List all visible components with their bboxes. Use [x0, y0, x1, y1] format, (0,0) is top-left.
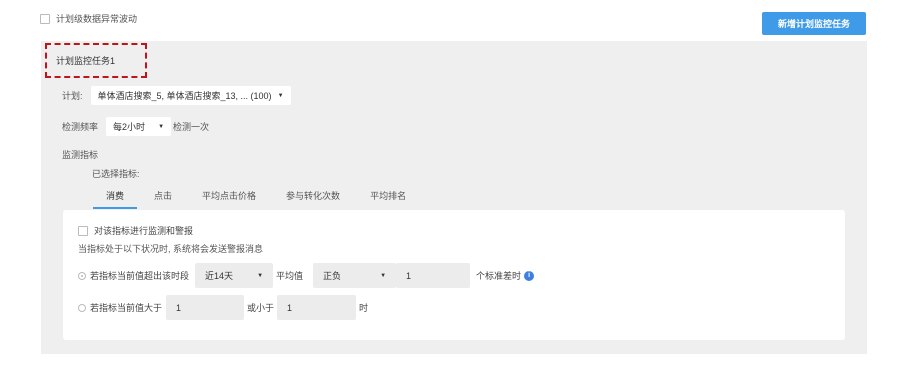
metric-settings-card: 对该指标进行监测和警报 当指标处于以下状况时, 系统将会发送警报消息 若指标当前…: [63, 210, 845, 340]
caret-down-icon: ▼: [158, 123, 165, 130]
frequency-label: 检测频率: [62, 122, 99, 132]
caret-down-icon: ▼: [277, 92, 284, 99]
period-select[interactable]: 近14天 ▼: [195, 263, 274, 288]
rule-range-radio[interactable]: [78, 303, 86, 312]
frequency-row: 检测频率 每2小时 ▼ 检测一次: [62, 117, 209, 136]
greater-than-input[interactable]: 1: [166, 295, 245, 320]
tab-clicks[interactable]: 点击: [141, 189, 185, 209]
anomaly-checkbox-label: 计划级数据异常波动: [56, 14, 138, 24]
plan-select[interactable]: 单体酒店搜索_5, 单体酒店搜索_13, ... (100) ▼: [90, 86, 291, 105]
plan-select-value: 单体酒店搜索_5, 单体酒店搜索_13, ... (100): [97, 91, 272, 101]
monitor-checkbox-row[interactable]: 对该指标进行监测和警报: [78, 224, 193, 237]
caret-down-icon: ▼: [257, 272, 264, 279]
less-than-input[interactable]: 1: [277, 295, 357, 320]
tab-conversions[interactable]: 参与转化次数: [273, 189, 353, 209]
monitor-task-panel: 计划监控任务1 计划: 单体酒店搜索_5, 单体酒店搜索_13, ... (10…: [41, 41, 867, 354]
direction-select[interactable]: 正负 ▼: [313, 263, 397, 288]
avg-label: 平均值: [276, 271, 304, 281]
rule-range-suffix: 时: [359, 303, 369, 313]
tab-avg-rank[interactable]: 平均排名: [357, 189, 419, 209]
anomaly-checkbox[interactable]: [40, 13, 50, 24]
period-select-value: 近14天: [205, 271, 234, 281]
monitor-checkbox[interactable]: [78, 225, 88, 236]
caret-down-icon: ▼: [380, 272, 387, 279]
metric-label: 监测指标: [62, 150, 99, 160]
alert-description: 当指标处于以下状况时, 系统将会发送警报消息: [78, 244, 264, 254]
rule-std-dev-prefix: 若指标当前值超出该时段: [90, 271, 190, 281]
frequency-select-value: 每2小时: [113, 122, 146, 132]
monitor-checkbox-label: 对该指标进行监测和警报: [94, 226, 194, 236]
rule-std-dev-row: 若指标当前值超出该时段 近14天 ▼ 平均值 正负 ▼ 1 个标准差时 i: [78, 263, 535, 288]
metric-tabs: 消费 点击 平均点击价格 参与转化次数 平均排名: [93, 189, 419, 209]
or-less-than-label: 或小于: [247, 303, 275, 313]
direction-select-value: 正负: [323, 271, 342, 281]
tab-avg-click-price[interactable]: 平均点击价格: [189, 189, 269, 209]
frequency-suffix: 检测一次: [173, 122, 210, 132]
anomaly-checkbox-row[interactable]: 计划级数据异常波动: [40, 12, 137, 25]
frequency-select[interactable]: 每2小时 ▼: [106, 117, 172, 136]
rule-range-row: 若指标当前值大于 1 或小于 1 时: [78, 295, 368, 320]
std-multiplier-input[interactable]: 1: [396, 263, 471, 288]
add-plan-monitor-task-button[interactable]: 新增计划监控任务: [762, 12, 866, 35]
rule-std-dev-radio[interactable]: [78, 271, 86, 280]
task-title: 计划监控任务1: [56, 56, 116, 66]
plan-row: 计划: 单体酒店搜索_5, 单体酒店搜索_13, ... (100) ▼: [62, 86, 291, 105]
info-circle-icon[interactable]: i: [524, 270, 535, 281]
plan-label: 计划:: [62, 91, 83, 101]
selected-metrics-label: 已选择指标:: [92, 169, 140, 179]
rule-range-prefix: 若指标当前值大于: [90, 303, 163, 313]
tab-consumption[interactable]: 消费: [93, 189, 138, 209]
std-suffix: 个标准差时: [476, 271, 522, 281]
